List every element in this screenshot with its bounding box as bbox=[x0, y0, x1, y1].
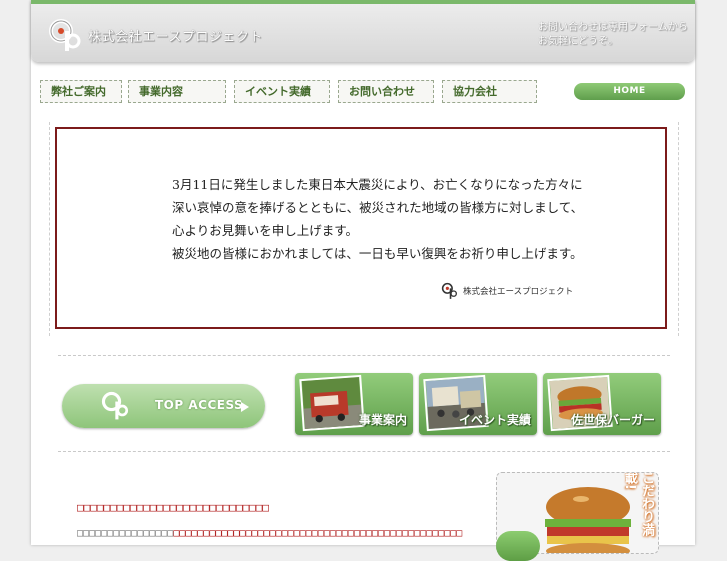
feature-events-label: イベント実績 bbox=[458, 413, 531, 427]
section-text-plain: □□□□□□□□□□□□□□□□ bbox=[77, 528, 174, 539]
signature-text: 株式会社エースプロジェクト bbox=[463, 287, 574, 297]
ace-logo-icon bbox=[101, 391, 129, 420]
nav-item-partners[interactable]: 協力会社 bbox=[442, 80, 537, 103]
feature-events[interactable]: イベント実績 bbox=[419, 373, 537, 435]
nav-item-company[interactable]: 弊社ご案内 bbox=[40, 80, 122, 103]
site-header: 株式会社エースプロジェクト お問い合わせは専用フォームから お気軽にどうぞ。 bbox=[31, 0, 695, 62]
nav-item-business[interactable]: 事業内容 bbox=[128, 80, 226, 103]
ace-project-logo-icon[interactable] bbox=[49, 17, 83, 55]
signature-logo-icon bbox=[441, 282, 457, 299]
page-container: 株式会社エースプロジェクト お問い合わせは専用フォームから お気軽にどうぞ。 弊… bbox=[31, 0, 695, 561]
company-name: 株式会社エースプロジェクト bbox=[88, 30, 263, 45]
contact-note-line2: お気軽にどうぞ。 bbox=[538, 36, 618, 47]
contact-note-line1: お問い合わせは専用フォームから bbox=[538, 22, 688, 33]
promo-vertical-text: こだわり満載! bbox=[622, 472, 654, 536]
notice-signature: 株式会社エースプロジェクト bbox=[441, 281, 573, 301]
contact-note: お問い合わせは専用フォームから お気軽にどうぞ。 bbox=[538, 21, 688, 49]
top-access-banner[interactable]: TOP ACCESS bbox=[62, 384, 265, 428]
notice-line: 被災地の皆様におかれましては、一日も早い復興をお祈り申し上げます。 bbox=[172, 246, 583, 261]
notice-line: 深い哀悼の意を捧げるとともに、被災された地域の皆様方に対しまして、 bbox=[172, 200, 584, 215]
feature-burger[interactable]: 佐世保バーガー bbox=[543, 373, 661, 435]
notice-line: 心よりお見舞いを申し上げます。 bbox=[172, 223, 359, 238]
nav-item-contact[interactable]: お問い合わせ bbox=[338, 80, 434, 103]
feature-business[interactable]: 事業案内 bbox=[295, 373, 413, 435]
nav-item-events[interactable]: イベント実績 bbox=[234, 80, 330, 103]
earthquake-notice: 3月11日に発生しました東日本大震災により、お亡くなりになった方々に 深い哀悼の… bbox=[55, 127, 667, 329]
play-arrow-icon bbox=[241, 402, 249, 412]
burger-image bbox=[545, 487, 631, 553]
section-title: □□□□□□□□□□□□□□□□□□□□□□□□□□□□□ bbox=[77, 501, 270, 514]
feature-burger-label: 佐世保バーガー bbox=[570, 413, 655, 427]
top-access-label: TOP ACCESS bbox=[155, 398, 244, 412]
notice-text: 3月11日に発生しました東日本大震災により、お亡くなりになった方々に 深い哀悼の… bbox=[172, 173, 583, 265]
divider bbox=[58, 355, 670, 356]
notice-line: 3月11日に発生しました東日本大震災により、お亡くなりになった方々に bbox=[172, 177, 583, 192]
decorative-ball bbox=[496, 531, 540, 561]
food-truck-photo bbox=[299, 374, 365, 432]
section-text: □□□□□□□□□□□□□□□□□□□□□□□□□□□□□□□□□□□□□□□□… bbox=[77, 528, 462, 539]
section-text-link[interactable]: □□□□□□□□□□□□□□□□□□□□□□□□□□□□□□□□□□□□□□□□… bbox=[173, 528, 462, 539]
divider bbox=[58, 451, 670, 452]
feature-business-label: 事業案内 bbox=[358, 413, 407, 427]
home-button[interactable]: HOME bbox=[574, 83, 685, 100]
